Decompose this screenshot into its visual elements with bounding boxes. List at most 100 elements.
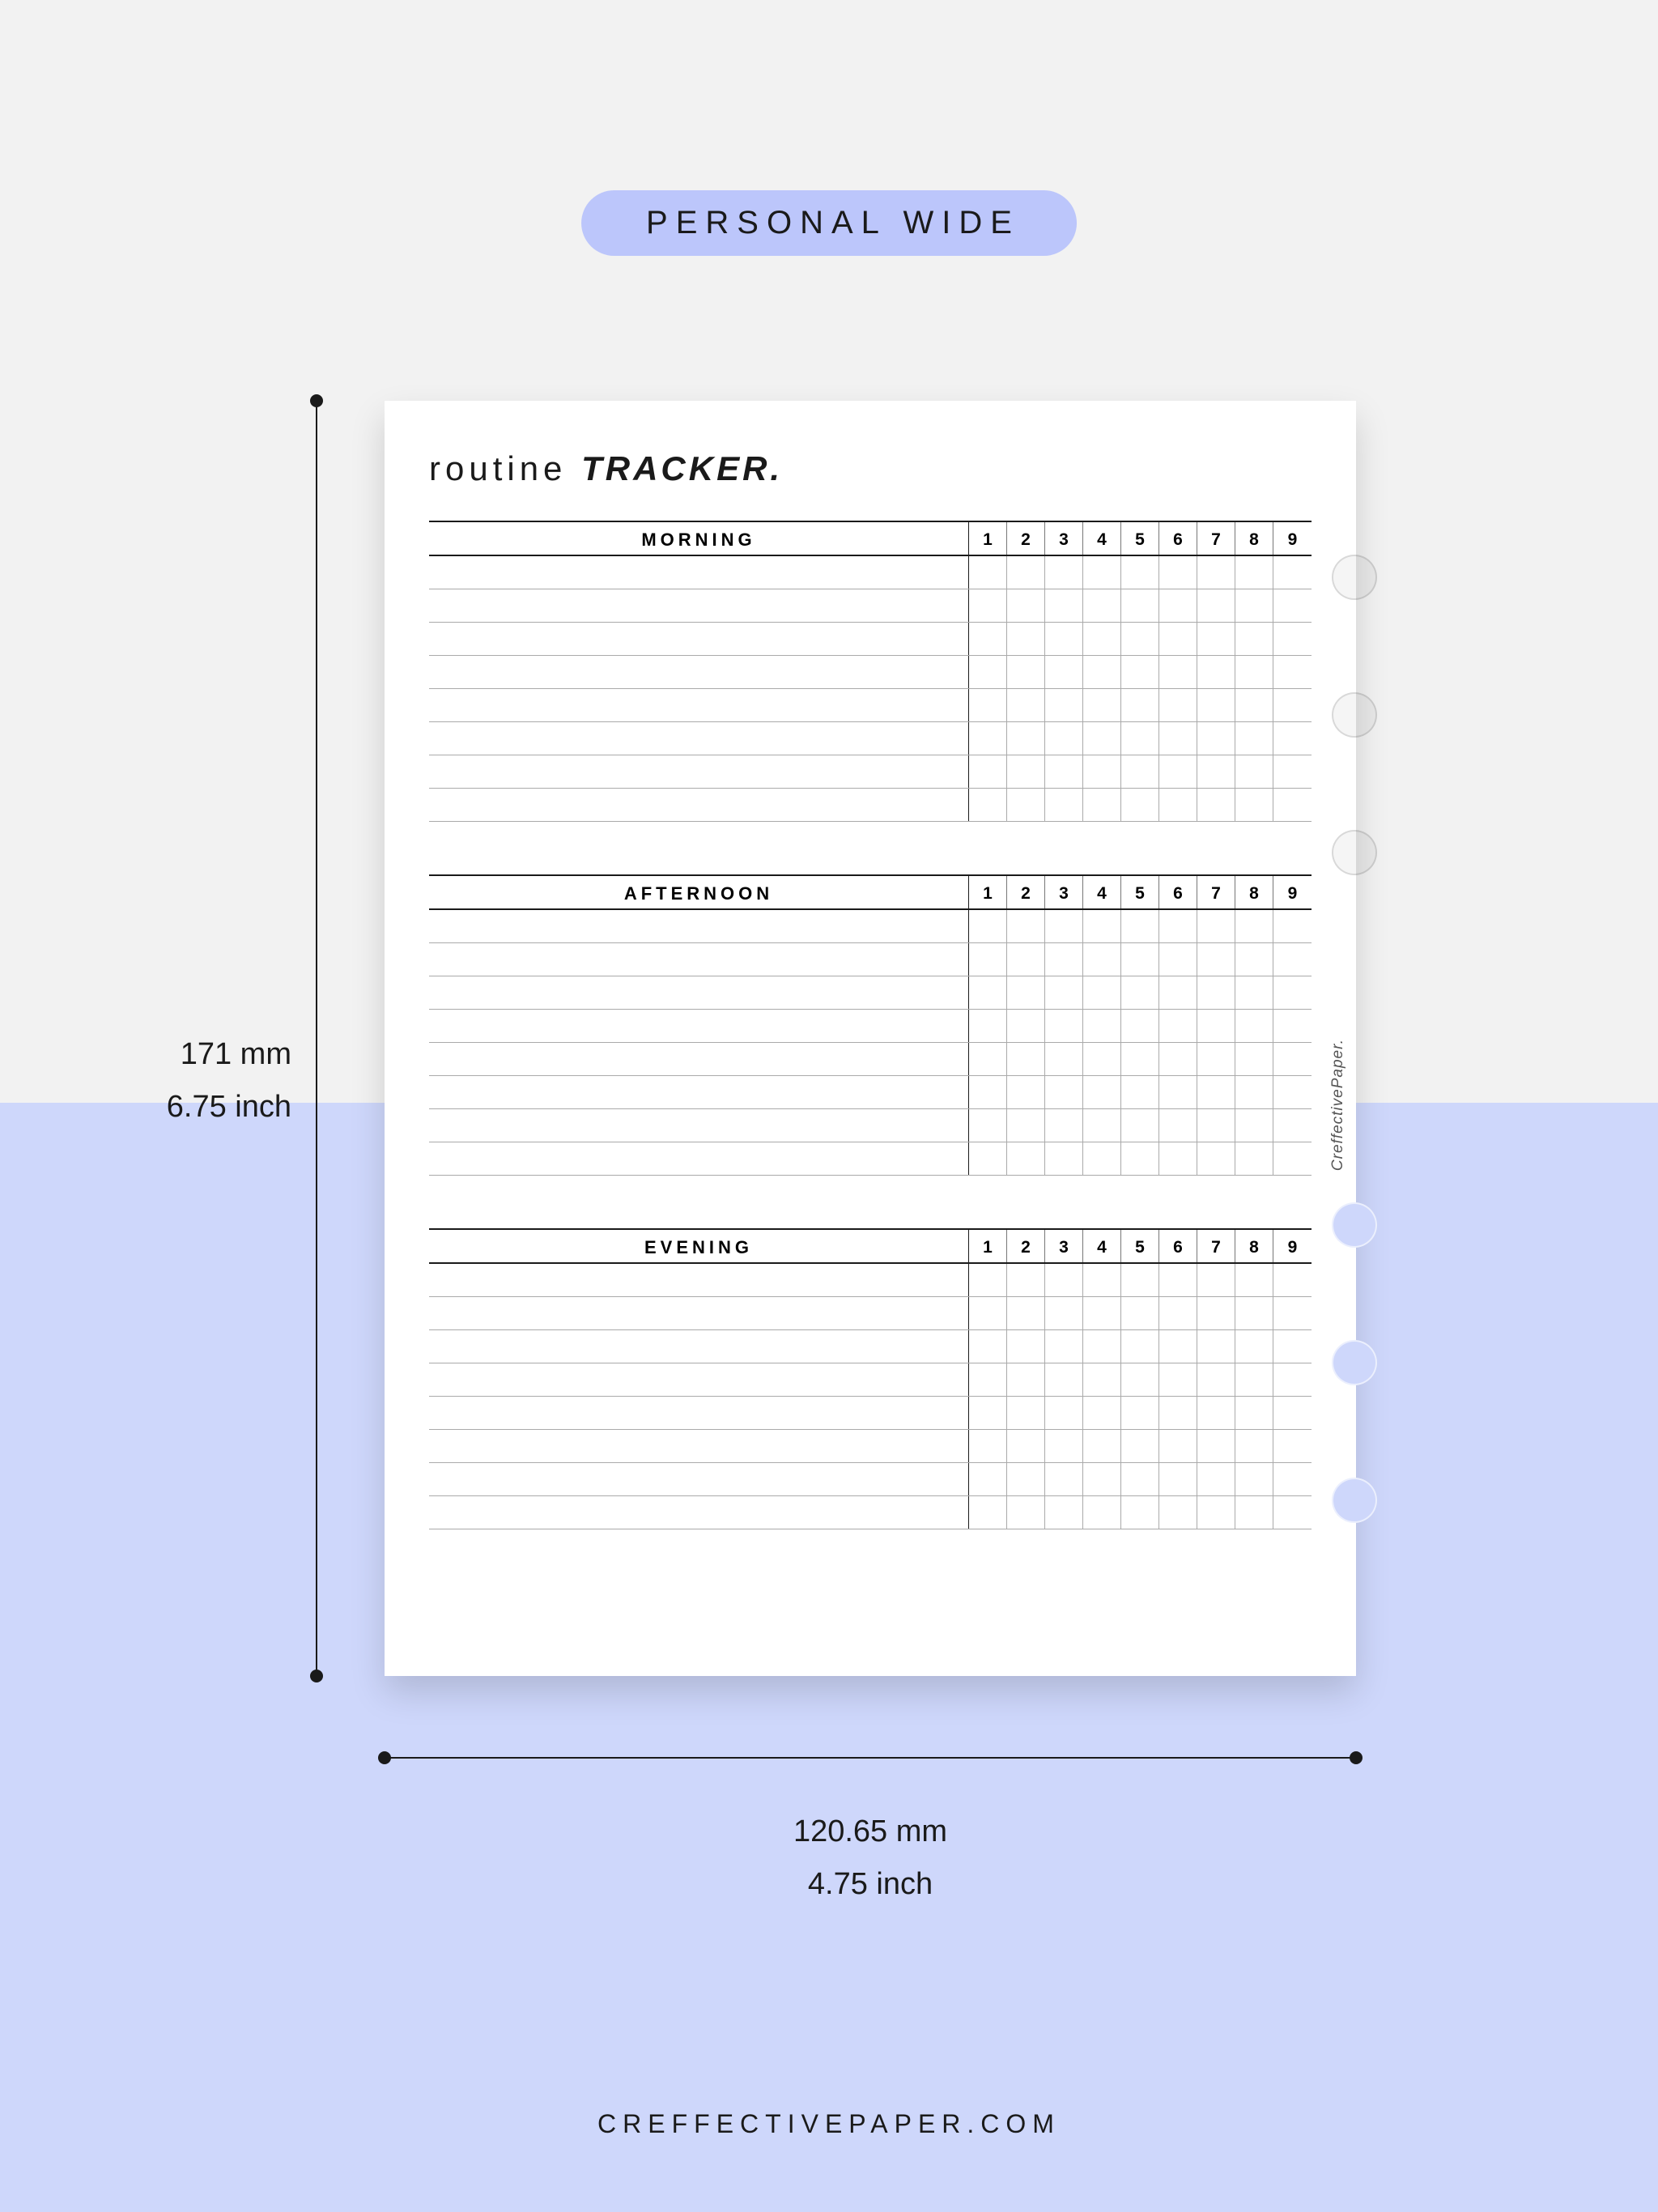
footer-brand: CREFFECTIVEPAPER.COM [0,2109,1658,2139]
column-number: 3 [1045,876,1083,908]
check-cell [1121,1043,1159,1075]
column-number: 4 [1083,876,1121,908]
check-cell [1007,1430,1045,1462]
check-cell [1007,689,1045,721]
check-cell [1121,910,1159,942]
check-cell [1159,976,1197,1009]
check-cell [1159,1397,1197,1429]
column-number: 4 [1083,522,1121,555]
check-cell [1273,1043,1312,1075]
check-cell [1045,976,1083,1009]
tracker-row [429,1397,1312,1430]
check-cell [969,1142,1007,1175]
check-cell [1159,789,1197,821]
check-cell [969,789,1007,821]
check-cell [1273,556,1312,589]
check-cell [1083,1330,1121,1363]
check-cell [1121,1363,1159,1396]
check-cell [1273,1142,1312,1175]
check-cells [969,1463,1312,1495]
check-cell [1121,755,1159,788]
check-cell [1007,1109,1045,1142]
check-cell [969,1297,1007,1329]
check-cell [1159,910,1197,942]
column-number: 8 [1235,522,1273,555]
task-cell [429,943,969,976]
check-cell [1083,1043,1121,1075]
check-cell [1159,1109,1197,1142]
check-cell [1045,943,1083,976]
check-cell [1235,1397,1273,1429]
check-cell [1083,689,1121,721]
horizontal-ruler [385,1757,1356,1759]
column-number: 5 [1121,876,1159,908]
task-cell [429,1363,969,1396]
check-cell [1159,1142,1197,1175]
tracker-row [429,755,1312,789]
check-cell [969,1043,1007,1075]
check-cell [1235,755,1273,788]
tracker-row [429,1142,1312,1176]
check-cells [969,556,1312,589]
binder-holes [1352,401,1409,1676]
check-cell [1197,689,1235,721]
check-cell [1007,722,1045,755]
check-cell [1235,722,1273,755]
task-cell [429,755,969,788]
check-cells [969,1430,1312,1462]
check-cell [1045,1297,1083,1329]
check-cell [1159,1264,1197,1296]
side-brand-text: CreffectivePaper. [1329,1039,1347,1171]
column-number: 2 [1007,522,1045,555]
check-cell [1121,623,1159,655]
check-cell [1121,556,1159,589]
check-cell [1159,556,1197,589]
binder-hole [1332,692,1377,738]
column-numbers: 123456789 [969,522,1312,555]
column-number: 7 [1197,876,1235,908]
check-cell [969,1496,1007,1529]
task-cell [429,1043,969,1075]
check-cell [1197,1010,1235,1042]
check-cells [969,1330,1312,1363]
check-cell [1007,976,1045,1009]
check-cell [1083,943,1121,976]
column-number: 9 [1273,876,1312,908]
check-cell [1045,1264,1083,1296]
check-cell [1007,656,1045,688]
check-cell [1235,1076,1273,1108]
check-cell [1159,722,1197,755]
vertical-ruler [316,401,317,1676]
check-cell [1045,755,1083,788]
check-cell [1083,1363,1121,1396]
check-cells [969,1397,1312,1429]
check-cell [1197,1430,1235,1462]
check-cell [1273,910,1312,942]
tracker-row [429,1076,1312,1109]
check-cell [1197,789,1235,821]
column-number: 1 [969,522,1007,555]
column-number: 1 [969,1230,1007,1262]
check-cell [1197,910,1235,942]
check-cell [1045,1142,1083,1175]
tracker-row [429,656,1312,689]
check-cell [1121,1109,1159,1142]
check-cell [1235,1297,1273,1329]
check-cell [969,1264,1007,1296]
check-cell [1045,689,1083,721]
column-number: 9 [1273,1230,1312,1262]
check-cell [1007,1076,1045,1108]
check-cells [969,1363,1312,1396]
check-cells [969,1043,1312,1075]
check-cell [1273,943,1312,976]
check-cell [1235,1142,1273,1175]
check-cells [969,1076,1312,1108]
tracker-section: EVENING123456789 [429,1228,1312,1529]
check-cell [1045,1010,1083,1042]
task-cell [429,1397,969,1429]
binder-hole [1332,830,1377,875]
check-cell [1197,1397,1235,1429]
check-cell [1045,1330,1083,1363]
check-cell [1197,943,1235,976]
tracker-row [429,976,1312,1010]
